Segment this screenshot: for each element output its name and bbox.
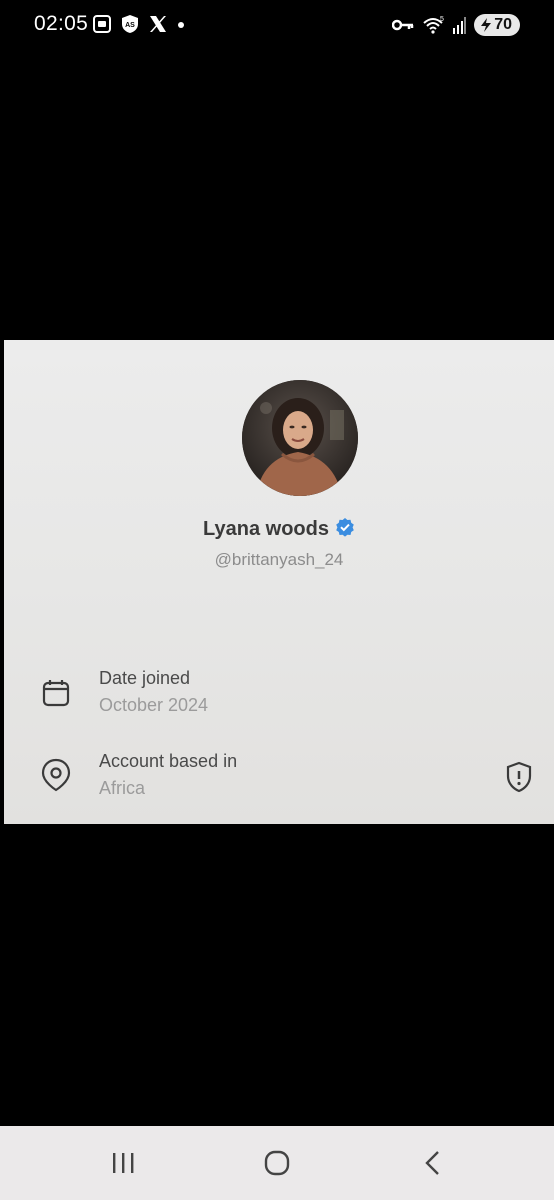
status-time: 02:05 bbox=[34, 12, 89, 35]
battery-icon: 70 bbox=[474, 14, 520, 36]
verified-badge-icon bbox=[335, 517, 355, 542]
signal-icon bbox=[452, 16, 467, 34]
recent-apps-button[interactable] bbox=[98, 1146, 148, 1180]
battery-level: 70 bbox=[494, 16, 512, 33]
x-logo-icon bbox=[148, 14, 168, 34]
display-name: Lyana woods bbox=[203, 518, 329, 540]
as-app-icon: AS bbox=[120, 14, 140, 34]
account-based-in-label: Account based in bbox=[99, 751, 238, 771]
calendar-icon bbox=[40, 677, 72, 714]
notification-dot-icon bbox=[176, 14, 186, 34]
navigation-bar bbox=[0, 1126, 554, 1200]
status-icons-right: 5 70 bbox=[392, 14, 520, 36]
status-icons-left: AS bbox=[92, 14, 186, 34]
vpn-key-icon bbox=[392, 17, 414, 33]
profile-about-card: Lyana woods @brittanyash_24 Date joined … bbox=[4, 340, 554, 824]
screenshot-icon bbox=[92, 14, 112, 34]
date-joined-value: October 2024 bbox=[99, 695, 209, 715]
location-pin-icon bbox=[40, 758, 72, 797]
date-joined-label: Date joined bbox=[99, 668, 191, 688]
status-bar: 02:05 AS 5 70 bbox=[0, 0, 554, 50]
shield-alert-icon[interactable] bbox=[504, 761, 534, 798]
account-based-in-value: Africa bbox=[99, 778, 146, 798]
svg-text:5: 5 bbox=[440, 16, 444, 23]
home-button[interactable] bbox=[252, 1146, 302, 1180]
username-handle: @brittanyash_24 bbox=[214, 550, 344, 569]
svg-text:AS: AS bbox=[125, 22, 135, 29]
display-name-row: Lyana woods bbox=[4, 517, 554, 542]
avatar[interactable] bbox=[242, 380, 358, 496]
back-button[interactable] bbox=[408, 1146, 458, 1180]
wifi-icon: 5 bbox=[422, 15, 444, 35]
